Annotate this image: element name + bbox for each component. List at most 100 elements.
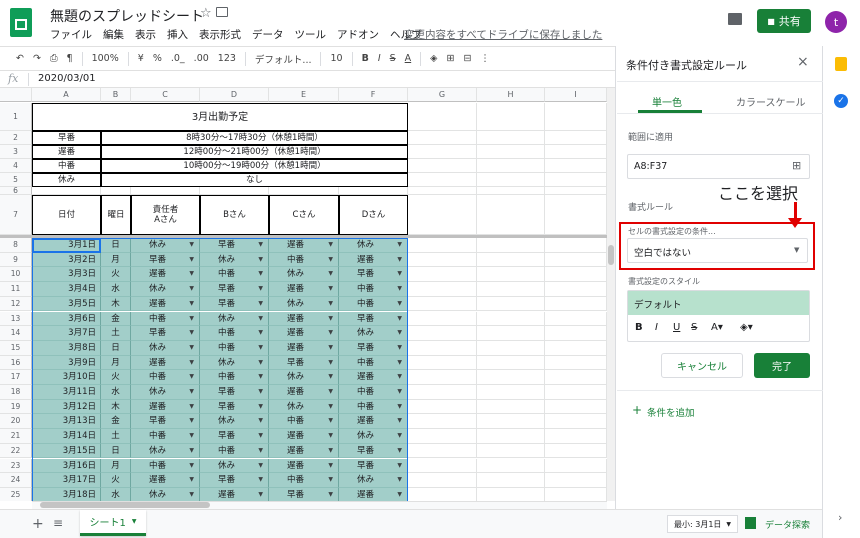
shift-dropdown-cell[interactable]: 休み ▼ <box>200 458 269 474</box>
menu-edit[interactable]: 編集 <box>103 27 124 43</box>
grid-cell[interactable] <box>477 355 545 371</box>
document-title[interactable]: 無題のスプレッドシート <box>50 6 204 26</box>
row-header[interactable]: 13 <box>0 311 32 327</box>
grid-cell[interactable] <box>408 458 477 474</box>
table-cell[interactable]: 3月15日 <box>32 443 101 459</box>
column-header[interactable]: D <box>200 88 269 102</box>
menu-format[interactable]: 表示形式 <box>199 27 241 43</box>
add-icon[interactable]: + <box>632 403 642 417</box>
table-cell[interactable]: 土 <box>101 326 131 341</box>
move-folder-icon[interactable] <box>216 7 228 17</box>
dropdown-arrow-icon[interactable]: ▼ <box>328 370 333 384</box>
grid-cell[interactable] <box>545 399 607 415</box>
grid-cell[interactable] <box>477 195 545 235</box>
currency-button[interactable]: ¥ <box>138 53 144 64</box>
close-icon[interactable]: × <box>797 54 809 70</box>
table-cell[interactable]: 火 <box>101 473 131 488</box>
table-cell[interactable]: 金 <box>101 414 131 430</box>
grid-cell[interactable] <box>545 340 607 356</box>
dropdown-arrow-icon[interactable]: ▼ <box>189 370 194 384</box>
shift-dropdown-cell[interactable]: 早番 ▼ <box>200 385 269 400</box>
menu-tools[interactable]: ツール <box>295 27 327 43</box>
table-cell[interactable]: 月 <box>101 458 131 474</box>
row-header[interactable]: 22 <box>0 443 32 459</box>
table-header-cell[interactable]: 責任者 Aさん <box>131 195 200 235</box>
grid-cell[interactable] <box>477 145 545 159</box>
dropdown-arrow-icon[interactable]: ▼ <box>189 312 194 326</box>
shift-dropdown-cell[interactable]: 中番 ▼ <box>339 399 408 415</box>
shift-dropdown-cell[interactable]: 休み ▼ <box>131 340 200 356</box>
row-header[interactable]: 2 <box>0 131 32 145</box>
sheet-title[interactable]: 3月出勤予定 <box>32 103 408 131</box>
add-rule-button[interactable]: 条件を追加 <box>647 405 695 419</box>
shift-dropdown-cell[interactable]: 中番 ▼ <box>200 340 269 356</box>
dropdown-arrow-icon[interactable]: ▼ <box>258 459 263 473</box>
dropdown-arrow-icon[interactable]: ▼ <box>258 473 263 487</box>
dropdown-arrow-icon[interactable]: ▼ <box>258 429 263 443</box>
shift-dropdown-cell[interactable]: 中番 ▼ <box>269 473 339 488</box>
dropdown-arrow-icon[interactable]: ▼ <box>189 429 194 443</box>
grid-cell[interactable] <box>477 370 545 385</box>
shift-dropdown-cell[interactable]: 休み ▼ <box>200 414 269 430</box>
column-header[interactable]: C <box>131 88 200 102</box>
table-cell[interactable]: 金 <box>101 311 131 327</box>
table-cell[interactable]: 水 <box>101 385 131 400</box>
row-header[interactable]: 6 <box>0 187 32 195</box>
column-header[interactable]: E <box>269 88 339 102</box>
shift-dropdown-cell[interactable]: 早番 ▼ <box>339 458 408 474</box>
row-header[interactable]: 11 <box>0 282 32 297</box>
row-header[interactable]: 20 <box>0 414 32 430</box>
grid-cell[interactable] <box>477 267 545 283</box>
shift-dropdown-cell[interactable]: 早番 ▼ <box>269 355 339 371</box>
shift-dropdown-cell[interactable]: 早番 ▼ <box>131 252 200 268</box>
table-cell[interactable]: 日 <box>101 340 131 356</box>
grid-cell[interactable] <box>545 267 607 283</box>
shift-dropdown-cell[interactable]: 遅番 ▼ <box>269 282 339 297</box>
grid-cell[interactable] <box>545 131 607 145</box>
shift-dropdown-cell[interactable]: 休み ▼ <box>131 238 200 253</box>
range-input[interactable]: A8:F37 ⊞ <box>627 154 810 179</box>
dropdown-arrow-icon[interactable]: ▼ <box>189 356 194 370</box>
row-header[interactable]: 9 <box>0 252 32 268</box>
grid-cell[interactable] <box>477 103 545 131</box>
column-header[interactable]: A <box>32 88 101 102</box>
shift-dropdown-cell[interactable]: 早番 ▼ <box>339 443 408 459</box>
grid-cell[interactable] <box>408 311 477 327</box>
table-cell[interactable]: 日 <box>101 443 131 459</box>
shift-time-cell[interactable]: 12時00分～21時00分（休憩1時間） <box>101 145 408 159</box>
grid-cell[interactable] <box>545 252 607 268</box>
italic-button[interactable]: I <box>378 53 381 64</box>
dropdown-arrow-icon[interactable]: ▼ <box>397 414 402 428</box>
fill-color-icon[interactable]: ◈ <box>430 53 437 64</box>
row-header[interactable]: 1 <box>0 103 32 131</box>
shift-dropdown-cell[interactable]: 早番 ▼ <box>200 429 269 444</box>
grid-cell[interactable] <box>545 429 607 444</box>
fill-color-icon[interactable]: ◈▾ <box>740 322 753 333</box>
save-status-link[interactable]: 変更内容をすべてドライブに保存しました <box>404 27 602 42</box>
avatar[interactable]: t <box>825 11 847 33</box>
row-header[interactable]: 4 <box>0 159 32 173</box>
grid-cell[interactable] <box>477 443 545 459</box>
table-cell[interactable]: 3月18日 <box>32 487 101 501</box>
shift-dropdown-cell[interactable]: 遅番 ▼ <box>131 473 200 488</box>
dropdown-arrow-icon[interactable]: ▼ <box>258 400 263 414</box>
table-cell[interactable]: 火 <box>101 370 131 385</box>
dropdown-arrow-icon[interactable]: ▼ <box>397 459 402 473</box>
grid-cell[interactable] <box>477 326 545 341</box>
dropdown-arrow-icon[interactable]: ▼ <box>189 282 194 296</box>
shift-dropdown-cell[interactable]: 中番 ▼ <box>269 414 339 430</box>
table-cell[interactable]: 土 <box>101 429 131 444</box>
dropdown-arrow-icon[interactable]: ▼ <box>189 459 194 473</box>
shift-dropdown-cell[interactable]: 休み ▼ <box>200 311 269 327</box>
grid-cell[interactable] <box>477 487 545 501</box>
dropdown-arrow-icon[interactable]: ▼ <box>258 326 263 340</box>
table-cell[interactable]: 3月2日 <box>32 252 101 268</box>
row-header[interactable]: 17 <box>0 370 32 385</box>
shift-time-cell[interactable]: 8時30分～17時30分（休憩1時間） <box>101 131 408 145</box>
font-select[interactable]: デフォルト... <box>255 52 312 66</box>
grid-cell[interactable] <box>545 370 607 385</box>
shift-dropdown-cell[interactable]: 中番 ▼ <box>131 370 200 385</box>
shift-dropdown-cell[interactable]: 早番 ▼ <box>131 326 200 341</box>
dropdown-arrow-icon[interactable]: ▼ <box>189 444 194 458</box>
shift-dropdown-cell[interactable]: 休み ▼ <box>131 282 200 297</box>
